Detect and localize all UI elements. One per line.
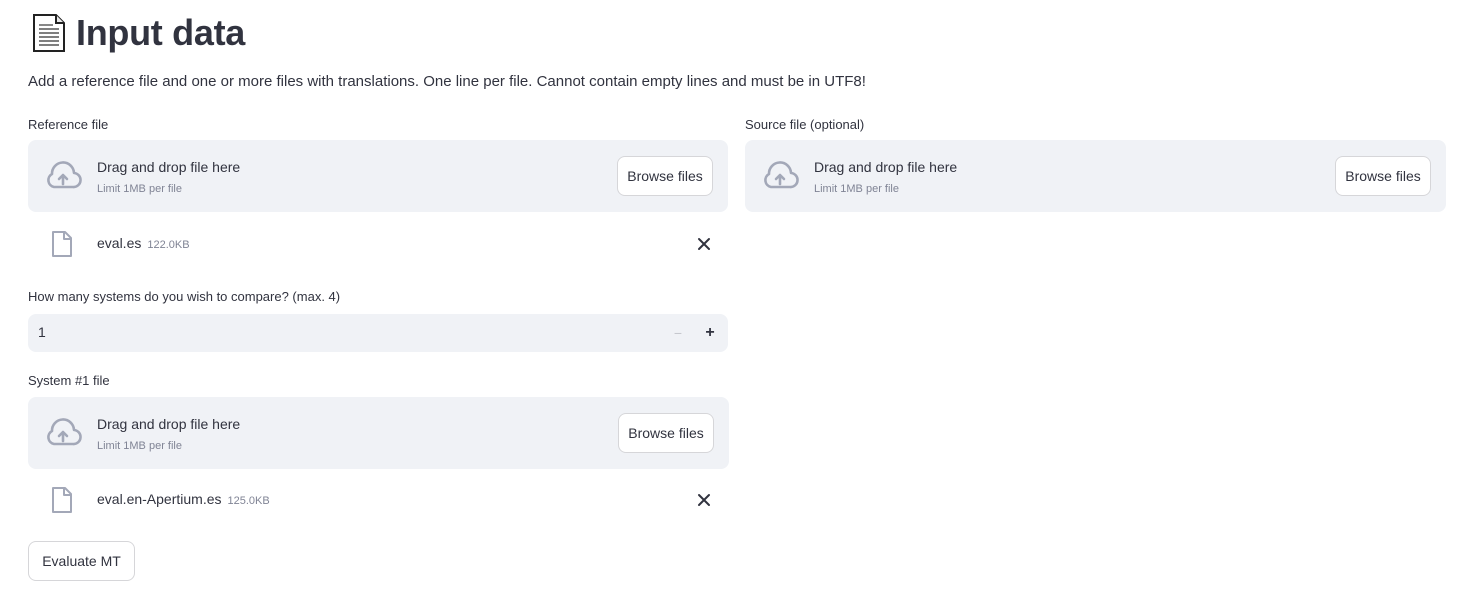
- page-icon: [33, 14, 65, 52]
- reference-browse-button[interactable]: Browse files: [617, 156, 713, 196]
- evaluate-mt-button[interactable]: Evaluate MT: [28, 541, 135, 581]
- system1-browse-button[interactable]: Browse files: [618, 413, 714, 453]
- increment-button[interactable]: +: [700, 322, 720, 344]
- page-title: Input data: [76, 12, 245, 53]
- decrement-button[interactable]: −: [668, 322, 688, 344]
- file-size: 122.0KB: [147, 239, 190, 251]
- file-icon: [52, 487, 72, 513]
- page-header: Input data: [28, 10, 245, 56]
- file-name: eval.en-Apertium.es: [97, 491, 222, 507]
- file-name: eval.es: [97, 235, 142, 251]
- dropzone-limit: Limit 1MB per file: [814, 183, 899, 195]
- remove-file-icon[interactable]: [696, 236, 712, 252]
- cloud-upload-icon: [47, 161, 82, 189]
- system1-dropzone[interactable]: Drag and drop file here Limit 1MB per fi…: [28, 397, 729, 469]
- dropzone-instructions: Drag and drop file here: [97, 159, 241, 175]
- reference-uploaded-file: eval.es 122.0KB: [28, 224, 728, 264]
- systems-count-label: How many systems do you wish to compare?…: [28, 289, 341, 304]
- cloud-upload-icon: [764, 161, 799, 189]
- source-browse-button[interactable]: Browse files: [1335, 156, 1431, 196]
- dropzone-instructions: Drag and drop file here: [814, 159, 958, 175]
- reference-dropzone[interactable]: Drag and drop file here Limit 1MB per fi…: [28, 140, 728, 212]
- dropzone-limit: Limit 1MB per file: [97, 183, 182, 195]
- remove-file-icon[interactable]: [696, 492, 712, 508]
- cloud-upload-icon: [47, 418, 82, 446]
- file-icon: [52, 231, 72, 257]
- dropzone-limit: Limit 1MB per file: [97, 440, 182, 452]
- dropzone-instructions: Drag and drop file here: [97, 416, 241, 432]
- systems-count-value[interactable]: 1: [38, 324, 46, 340]
- file-size: 125.0KB: [227, 495, 270, 507]
- page-description: Add a reference file and one or more fil…: [28, 73, 866, 90]
- systems-count-stepper[interactable]: 1 − +: [28, 314, 728, 352]
- source-dropzone[interactable]: Drag and drop file here Limit 1MB per fi…: [745, 140, 1446, 212]
- system1-file-label: System #1 file: [28, 373, 110, 388]
- source-file-label: Source file (optional): [745, 117, 865, 132]
- reference-file-label: Reference file: [28, 117, 109, 132]
- system1-uploaded-file: eval.en-Apertium.es 125.0KB: [28, 480, 728, 520]
